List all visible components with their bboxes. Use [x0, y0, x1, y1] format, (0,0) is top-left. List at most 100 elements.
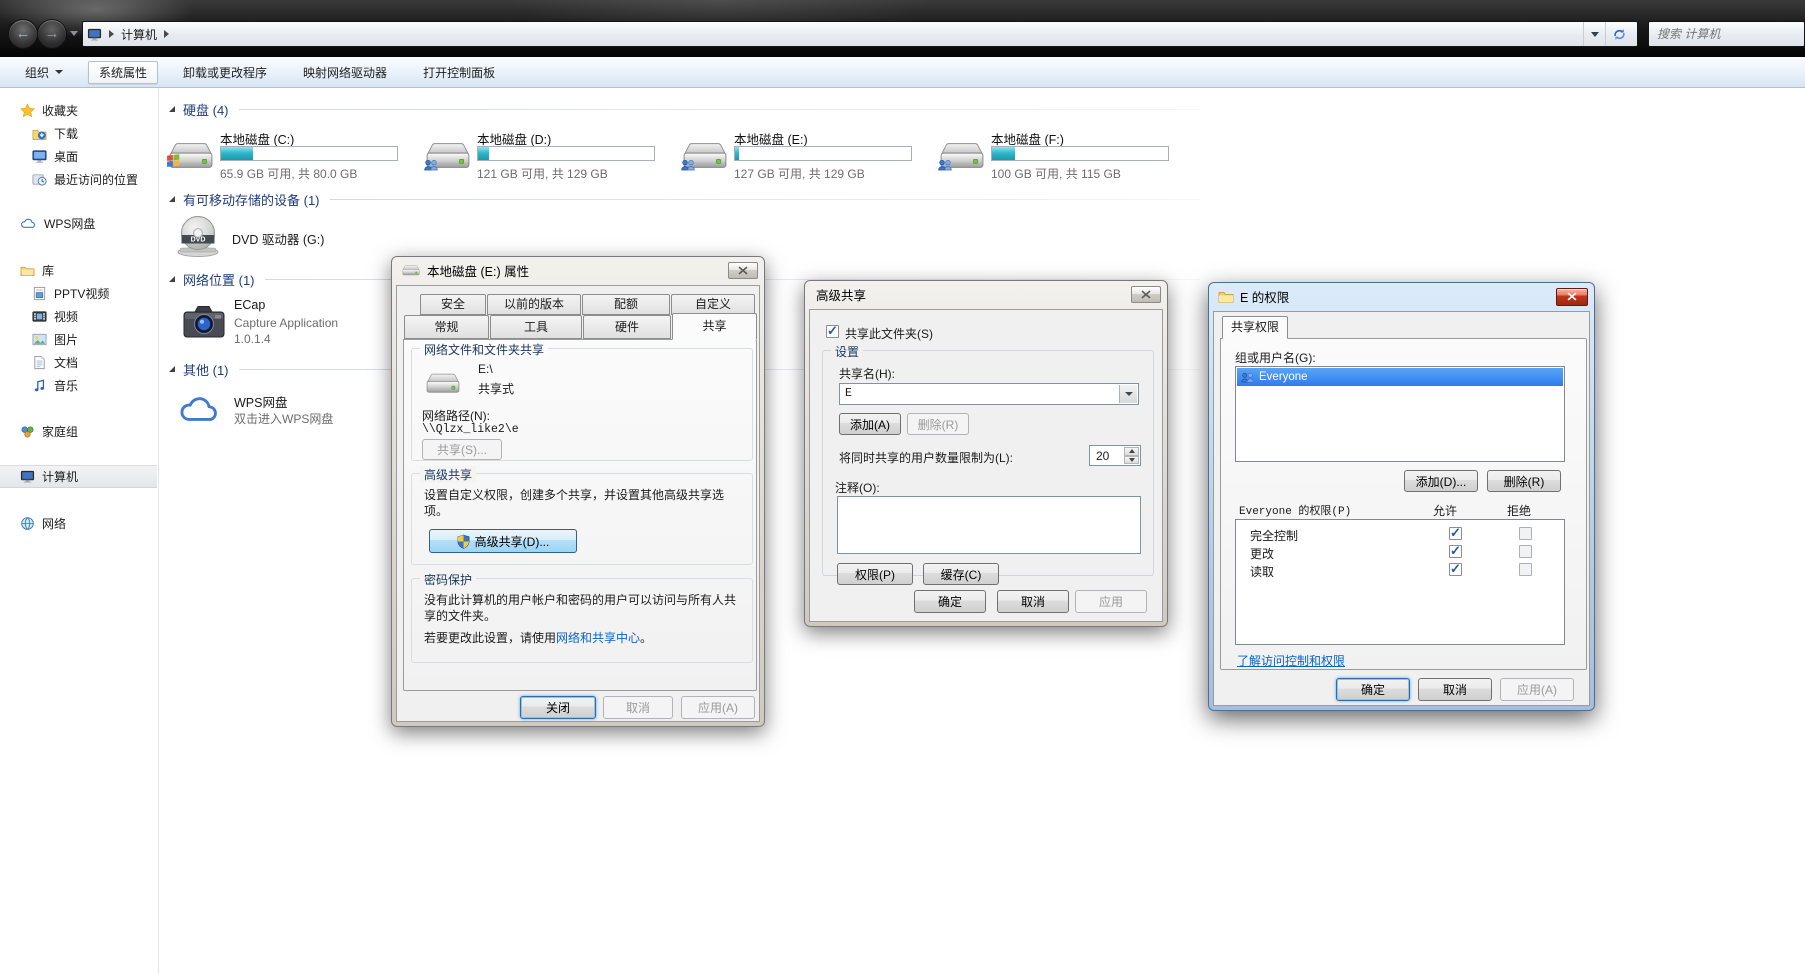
drive-item-c[interactable]: 本地磁盘 (C:) 65.9 GB 可用, 共 80.0 GB	[166, 129, 418, 179]
full-control-deny-checkbox[interactable]	[1519, 527, 1532, 540]
toolbar-organize[interactable]: 组织	[14, 61, 74, 84]
recent-pages-dropdown-icon[interactable]	[70, 31, 78, 36]
chevron-down-icon	[55, 70, 63, 74]
drive-item-f[interactable]: 本地磁盘 (F:) 100 GB 可用, 共 115 GB	[937, 129, 1189, 179]
sidebar-item-desktop[interactable]: 桌面	[0, 145, 157, 168]
user-limit-spinner[interactable]: 20	[1089, 445, 1141, 466]
cancel-button[interactable]: 取消	[997, 590, 1069, 613]
add-share-button[interactable]: 添加(A)	[839, 413, 901, 435]
search-box[interactable]	[1648, 21, 1805, 47]
remove-share-button[interactable]: 删除(R)	[907, 413, 969, 435]
sidebar-item-network[interactable]: 网络	[0, 512, 157, 535]
read-allow-checkbox[interactable]	[1449, 563, 1462, 576]
close-button[interactable]	[1556, 288, 1588, 306]
sidebar-item-wps-cloud[interactable]: WPS网盘	[0, 212, 157, 235]
group-label: 网络文件和文件夹共享	[420, 341, 548, 358]
tab-customize[interactable]: 自定义	[671, 294, 755, 315]
sidebar-item-pictures[interactable]: 图片	[0, 328, 157, 351]
sidebar-item-recent-places[interactable]: 最近访问的位置	[0, 168, 157, 191]
section-header-removable[interactable]: 有可移动存储的设备 (1)	[168, 190, 1200, 208]
permissions-listbox[interactable]: 完全控制 更改 读取	[1235, 519, 1565, 645]
film-icon	[32, 309, 47, 324]
tab-tools[interactable]: 工具	[490, 315, 582, 339]
toolbar-map-network-drive[interactable]: 映射网络驱动器	[292, 61, 398, 84]
drive-item-e[interactable]: 本地磁盘 (E:) 127 GB 可用, 共 129 GB	[680, 129, 932, 179]
dvd-drive-item[interactable]: DVD 驱动器 (G:)	[170, 212, 430, 262]
tab-previous-versions[interactable]: 以前的版本	[487, 294, 581, 315]
forward-button[interactable]: →	[37, 19, 67, 49]
advanced-sharing-titlebar[interactable]: 高级共享	[805, 281, 1167, 308]
ok-button[interactable]: 确定	[914, 590, 986, 613]
breadcrumb-chevron-icon[interactable]	[164, 30, 169, 38]
full-control-allow-checkbox[interactable]	[1449, 527, 1462, 540]
drive-item-d[interactable]: 本地磁盘 (D:) 121 GB 可用, 共 129 GB	[423, 129, 675, 179]
advanced-sharing-button[interactable]: 高级共享(D)...	[429, 529, 577, 553]
network-sharing-center-link[interactable]: 网络和共享中心	[556, 631, 640, 645]
back-button[interactable]: ←	[8, 19, 38, 49]
tab-quota[interactable]: 配额	[582, 294, 670, 315]
permissions-dialog-titlebar[interactable]: E 的权限	[1209, 283, 1594, 310]
apply-button[interactable]: 应用(A)	[681, 696, 755, 719]
cancel-button[interactable]: 取消	[603, 696, 673, 719]
user-row-everyone[interactable]: Everyone	[1237, 368, 1563, 386]
computer-icon	[20, 469, 35, 484]
sidebar-item-computer[interactable]: 计算机	[0, 465, 157, 488]
sidebar-item-videos[interactable]: 视频	[0, 305, 157, 328]
combo-dropdown-button[interactable]	[1119, 385, 1137, 403]
share-name-combobox[interactable]: E	[839, 383, 1139, 405]
toolbar-system-properties[interactable]: 系统属性	[88, 61, 158, 84]
spinner-down-button[interactable]	[1124, 456, 1139, 465]
tab-hardware[interactable]: 硬件	[583, 315, 671, 339]
sidebar-item-music[interactable]: 音乐	[0, 374, 157, 397]
sidebar-label: 计算机	[42, 468, 78, 485]
tab-sharing[interactable]: 共享	[672, 313, 757, 340]
sidebar-label: 收藏夹	[42, 102, 78, 119]
sidebar-item-homegroup[interactable]: 家庭组	[0, 420, 157, 443]
close-button[interactable]	[728, 262, 758, 279]
sidebar-item-pptv-video[interactable]: PPTV视频	[0, 282, 157, 305]
spinner-up-button[interactable]	[1124, 447, 1139, 456]
sidebar-item-downloads[interactable]: 下载	[0, 122, 157, 145]
toolbar-uninstall-program[interactable]: 卸载或更改程序	[172, 61, 278, 84]
address-bar[interactable]: 计算机	[82, 21, 1638, 47]
download-folder-icon	[32, 126, 47, 141]
cancel-button[interactable]: 取消	[1418, 678, 1492, 701]
section-header-harddisks[interactable]: 硬盘 (4)	[168, 100, 1200, 118]
breadcrumb-computer[interactable]: 计算机	[121, 26, 157, 43]
close-dialog-button[interactable]: 关闭	[520, 696, 596, 719]
properties-dialog-titlebar[interactable]: 本地磁盘 (E:) 属性	[392, 257, 764, 284]
apply-button[interactable]: 应用(A)	[1500, 678, 1574, 701]
permissions-button[interactable]: 权限(P)	[837, 563, 913, 585]
share-this-folder-checkbox[interactable]	[826, 325, 839, 338]
close-button[interactable]	[1131, 286, 1161, 303]
tab-general[interactable]: 常规	[404, 315, 489, 339]
desktop-root: { "chrome": { "breadcrumb": "计算机", "sear…	[0, 0, 1805, 974]
section-rule	[330, 199, 1200, 200]
folder-icon	[1218, 290, 1234, 304]
ok-button[interactable]: 确定	[1336, 678, 1410, 701]
share-button[interactable]: 共享(S)...	[422, 439, 502, 460]
change-deny-checkbox[interactable]	[1519, 545, 1532, 558]
comment-textarea[interactable]	[837, 496, 1141, 554]
refresh-button[interactable]	[1605, 22, 1633, 46]
drive-capacity-text: 65.9 GB 可用, 共 80.0 GB	[220, 165, 357, 182]
search-input[interactable]	[1657, 27, 1796, 41]
caching-button[interactable]: 缓存(C)	[923, 563, 999, 585]
remove-user-button[interactable]: 删除(R)	[1487, 470, 1561, 492]
change-allow-checkbox[interactable]	[1449, 545, 1462, 558]
address-history-dropdown[interactable]	[1583, 22, 1605, 46]
sidebar-item-libraries[interactable]: 库	[0, 259, 157, 282]
dialog-title: 本地磁盘 (E:) 属性	[427, 261, 529, 280]
share-drive-path: E:\	[478, 362, 493, 376]
users-listbox[interactable]: Everyone	[1235, 366, 1565, 462]
learn-about-permissions-link[interactable]: 了解访问控制和权限	[1237, 652, 1345, 669]
user-limit-value: 20	[1096, 449, 1109, 463]
add-user-button[interactable]: 添加(D)...	[1404, 470, 1478, 492]
tab-security[interactable]: 安全	[420, 294, 486, 315]
tab-share-permissions[interactable]: 共享权限	[1222, 316, 1288, 339]
apply-button[interactable]: 应用	[1075, 590, 1147, 613]
sidebar-item-documents[interactable]: 文档	[0, 351, 157, 374]
sidebar-item-favorites[interactable]: 收藏夹	[0, 99, 157, 122]
toolbar-open-control-panel[interactable]: 打开控制面板	[412, 61, 506, 84]
read-deny-checkbox[interactable]	[1519, 563, 1532, 576]
